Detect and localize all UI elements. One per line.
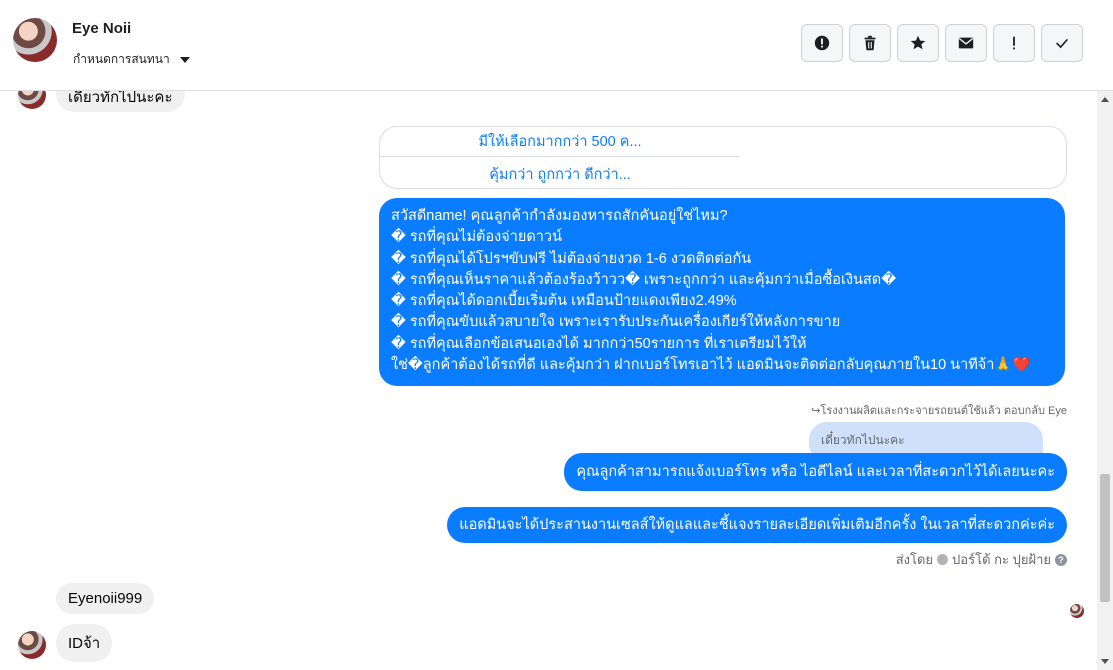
quick-replies-card: มีให้เลือกมากกว่า 500 ค... คุ้มกว่า ถูกก…: [379, 126, 1067, 189]
outgoing-message: คุณลูกค้าสามารถแจ้งเบอร์โทร หรือ ไอดีไลน…: [564, 453, 1067, 491]
star-button[interactable]: [897, 24, 939, 62]
message-line: � รถที่คุณเลือกข้อเสนอเองได้ มากกว่า50รา…: [391, 335, 807, 352]
help-icon[interactable]: ?: [1055, 553, 1067, 566]
outgoing-message: แอดมินจะได้ประสานงานเซลส์ให้ดูแลและชี้แจ…: [447, 507, 1067, 543]
reply-context-label: ↪โรงงานผลิตและกระจายรถยนต์ใช้แล้ว ตอบกลั…: [811, 405, 1067, 417]
message-line: สวัสดีname! คุณลูกค้ากำลังมองหารถสักคันอ…: [391, 208, 728, 224]
trash-icon: [864, 35, 876, 51]
sent-by-prefix: ส่งโดย: [895, 552, 934, 567]
quick-reply-option[interactable]: มีให้เลือกมากกว่า 500 ค...: [380, 130, 740, 153]
alert-circle-icon: [814, 35, 830, 51]
mark-spam-button[interactable]: [801, 24, 843, 62]
assign-conversation-dropdown[interactable]: กำหนดการสนทนา: [73, 50, 190, 69]
checkmark-icon: [1056, 38, 1069, 49]
delete-button[interactable]: [849, 24, 891, 62]
sent-by-label: ส่งโดย ปอร์โด้ กะ ปุยฝ้าย ?: [896, 549, 1067, 570]
follow-up-button[interactable]: [993, 24, 1035, 62]
customer-name[interactable]: Eye Noii: [72, 20, 131, 37]
star-icon: [910, 35, 926, 50]
scrollbar[interactable]: [1097, 91, 1113, 670]
seen-avatar: [1070, 604, 1084, 618]
assign-label: กำหนดการสนทนา: [73, 52, 170, 66]
quick-reply-option[interactable]: คุ้มกว่า ถูกกว่า ดีกว่า...: [380, 163, 740, 186]
caret-down-icon: [179, 56, 190, 63]
mark-unread-button[interactable]: [945, 24, 987, 62]
action-toolbar: [801, 24, 1083, 62]
scroll-thumb[interactable]: [1100, 474, 1110, 602]
conversation-header: Eye Noii กำหนดการสนทนา: [0, 0, 1113, 91]
message-line: � รถที่คุณได้ดอกเบี้ยเริ่มต้น เหมือนป้าย…: [391, 293, 737, 310]
customer-avatar-small: [18, 91, 46, 109]
incoming-message: Eyenoii999: [56, 583, 155, 614]
exclamation-icon: [1013, 36, 1015, 50]
scroll-down-arrow-icon[interactable]: [1101, 659, 1109, 664]
outgoing-message: สวัสดีname! คุณลูกค้ากำลังมองหารถสักคันอ…: [379, 198, 1065, 387]
message-line: ใช่�ลูกค้าต้องได้รถที่ดี และคุ้มกว่า ฝาก…: [391, 357, 1031, 374]
divider: [380, 156, 740, 157]
customer-avatar[interactable]: [13, 18, 57, 62]
message-line: � รถที่คุณขับแล้วสบายใจ เพราะเรารับประกั…: [391, 314, 841, 331]
sender-avatar-icon: [937, 554, 949, 565]
scroll-up-arrow-icon[interactable]: [1101, 97, 1109, 102]
mark-done-button[interactable]: [1041, 24, 1083, 62]
message-line: � รถที่คุณเห็นราคาแล้วต้องร้องว้าวว� เพร…: [391, 271, 897, 288]
message-line: � รถที่คุณไม่ต้องจ่ายดาวน์: [391, 229, 562, 246]
message-line: � รถที่คุณได้โปรฯขับฟรี ไม่ต้องจ่ายงวด 1…: [391, 250, 752, 267]
customer-avatar-small: [18, 631, 46, 659]
incoming-message: IDจ้า: [56, 624, 113, 662]
sender-name[interactable]: ปอร์โด้ กะ ปุยฝ้าย: [952, 549, 1051, 570]
incoming-message: เดี๋ยวทักไปนะคะ: [56, 91, 185, 112]
message-thread[interactable]: เดี๋ยวทักไปนะคะ มีให้เลือกมากกว่า 500 ค.…: [0, 91, 1097, 670]
envelope-icon: [958, 37, 974, 49]
